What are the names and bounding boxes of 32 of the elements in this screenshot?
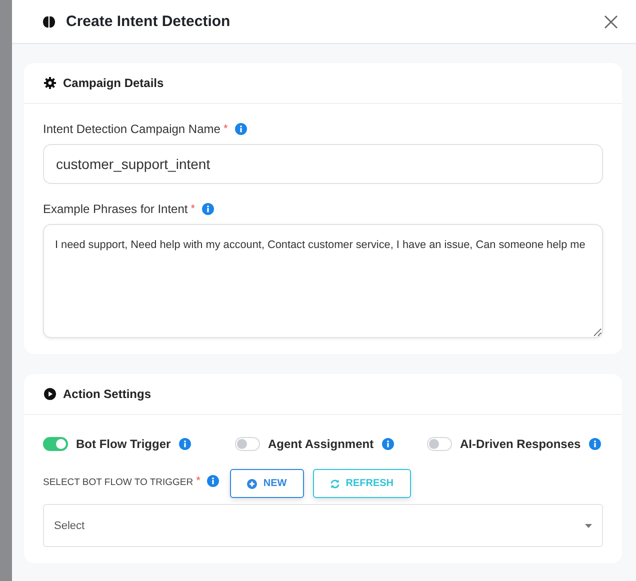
- info-icon: [234, 123, 247, 135]
- field-label: SELECT BOT FLOW TO TRIGGER: [43, 477, 194, 488]
- toggle-label: Bot Flow Trigger: [76, 437, 171, 451]
- toggle-switch[interactable]: [235, 437, 260, 451]
- caret-icon: [585, 524, 592, 528]
- card-title: Action Settings: [63, 387, 152, 401]
- dialog-title: Create Intent Detection: [66, 13, 232, 30]
- info-icon: [382, 438, 394, 450]
- field-label: Example Phrases for Intent: [43, 202, 188, 216]
- info-icon: [202, 203, 214, 215]
- field-label: Intent Detection Campaign Name: [43, 122, 220, 136]
- plus-icon: [247, 478, 258, 488]
- info-icon: [207, 475, 220, 487]
- toggle-label: AI-Driven Responses: [460, 437, 581, 451]
- required-mark: *: [196, 475, 200, 487]
- info-icon: [588, 438, 601, 450]
- card-title: Campaign Details: [63, 76, 164, 90]
- close-button[interactable]: [602, 12, 620, 30]
- info-icon: [178, 438, 191, 450]
- new-button[interactable]: NEW: [230, 469, 304, 498]
- toggle-label: Agent Assignment: [268, 437, 374, 451]
- required-mark: *: [223, 123, 228, 135]
- gear-icon: [44, 77, 56, 89]
- toggle-switch[interactable]: [43, 437, 68, 451]
- play-icon: [44, 388, 56, 400]
- phrases-field[interactable]: I need support, Need help with my account, Contact customer service, I have an issue, Can someone help me: [43, 224, 603, 338]
- toggle-switch[interactable]: [427, 437, 452, 451]
- brain-icon: [42, 14, 56, 28]
- campaign-name-field[interactable]: customer_support_intent: [43, 144, 603, 184]
- refresh-icon: [330, 478, 340, 488]
- required-mark: *: [190, 203, 196, 215]
- bot-flow-select[interactable]: Select: [43, 504, 603, 547]
